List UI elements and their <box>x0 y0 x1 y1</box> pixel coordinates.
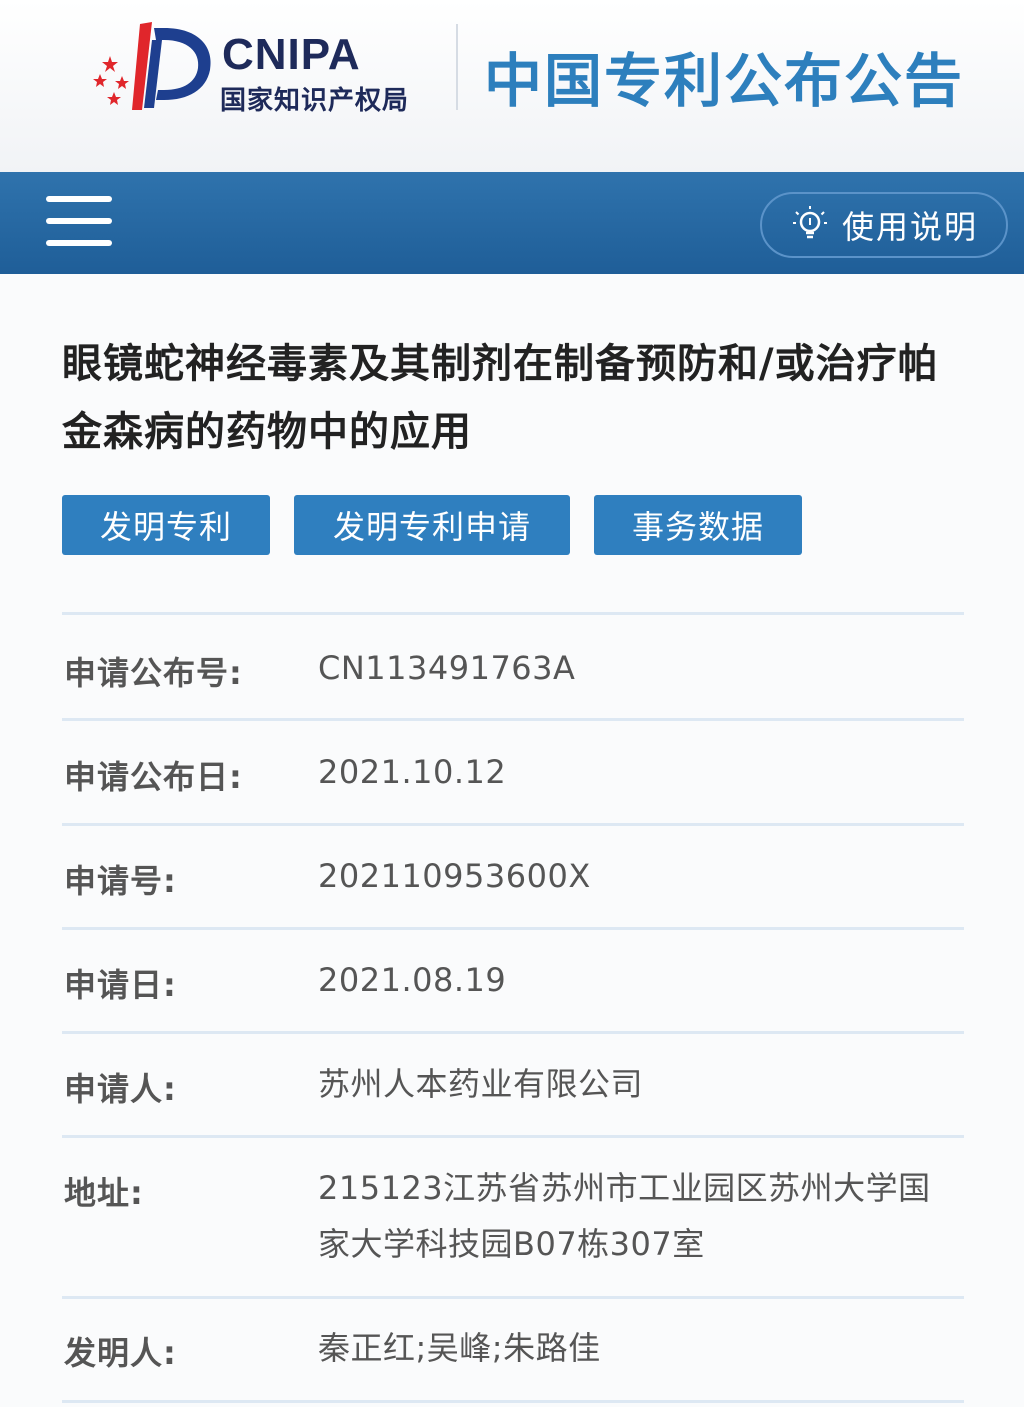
site-header: CNIPA 国家知识产权局 中国专利公布公告 <box>0 0 1024 172</box>
field-value-address: 215123江苏省苏州市工业园区苏州大学国家大学科技园B07栋307室 <box>318 1169 931 1263</box>
hamburger-menu-icon[interactable] <box>46 196 112 250</box>
divider <box>62 927 964 930</box>
field-label-publication-date: 申请公布日: <box>64 758 243 796</box>
field-label-application-date: 申请日: <box>64 966 177 1004</box>
field-value-inventors: 秦正红;吴峰;朱路佳 <box>318 1329 601 1367</box>
cnipa-logo-icon <box>93 22 211 110</box>
divider <box>62 1296 964 1299</box>
help-button[interactable]: 使用说明 <box>760 192 1008 258</box>
header-divider <box>456 24 458 110</box>
field-label-inventors: 发明人: <box>64 1334 177 1372</box>
divider <box>62 1031 964 1034</box>
field-value-publication-date: 2021.10.12 <box>318 753 507 791</box>
navbar: 使用说明 <box>0 172 1024 274</box>
field-value-application-number: 202110953600X <box>318 857 591 895</box>
tag-invention-patent[interactable]: 发明专利 <box>62 495 270 555</box>
logo-text-cn: 国家知识产权局 <box>220 86 410 116</box>
site-title[interactable]: 中国专利公布公告 <box>484 34 964 118</box>
divider <box>62 718 964 721</box>
tag-transaction-data[interactable]: 事务数据 <box>594 495 802 555</box>
lightbulb-icon <box>793 206 827 239</box>
help-button-label: 使用说明 <box>842 208 979 246</box>
field-label-applicant: 申请人: <box>64 1070 177 1108</box>
logo-text-en: CNIPA <box>222 30 361 79</box>
divider <box>62 1135 964 1138</box>
field-label-publication-number: 申请公布号: <box>64 654 243 692</box>
patent-title: 眼镜蛇神经毒素及其制剂在制备预防和/或治疗帕金森病的药物中的应用 <box>62 341 939 455</box>
field-value-publication-number: CN113491763A <box>318 649 576 687</box>
field-value-application-date: 2021.08.19 <box>318 961 507 999</box>
divider <box>62 612 964 615</box>
field-value-applicant: 苏州人本药业有限公司 <box>318 1065 644 1103</box>
tag-invention-application[interactable]: 发明专利申请 <box>294 495 570 555</box>
field-label-application-number: 申请号: <box>64 862 177 900</box>
divider <box>62 1400 964 1403</box>
field-label-address: 地址: <box>64 1174 144 1212</box>
divider <box>62 823 964 826</box>
